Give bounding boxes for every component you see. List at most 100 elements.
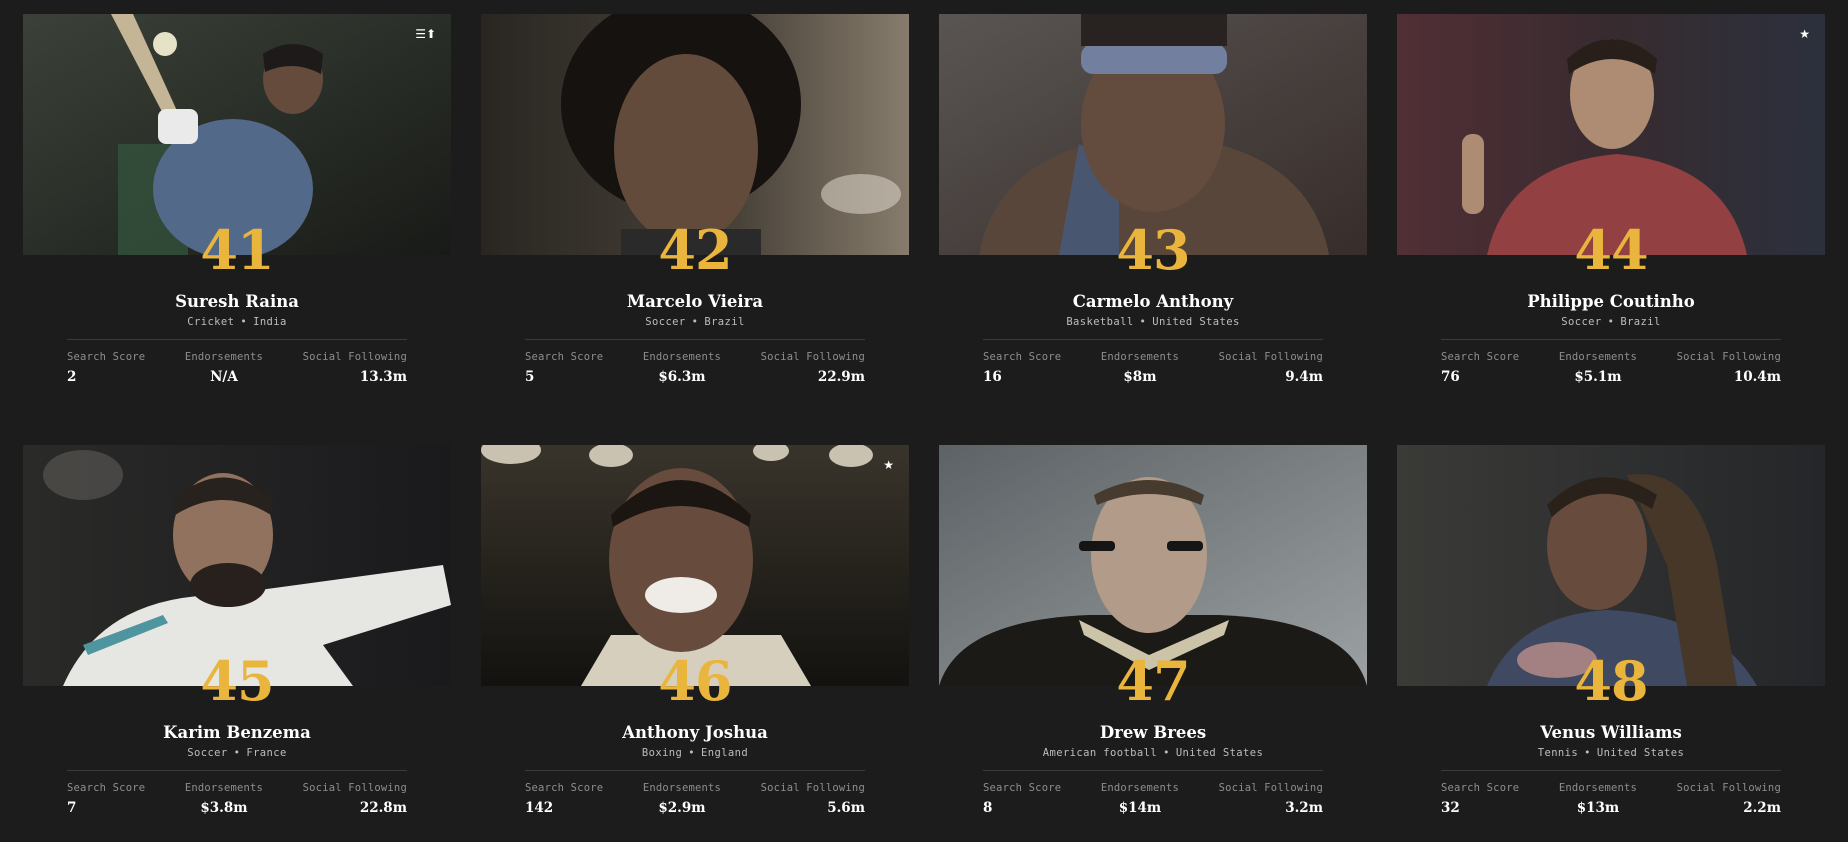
search-score-stat: Search Score 76	[1441, 351, 1519, 385]
stats-row: Search Score 7 Endorsements $3.8m Social F…	[67, 782, 407, 816]
stat-label: Social Following	[302, 351, 407, 363]
stat-label: Endorsements	[1558, 782, 1638, 794]
rank-number: 42	[658, 218, 732, 282]
stat-label: Endorsements	[1558, 351, 1638, 363]
athlete-name[interactable]: Philippe Coutinho	[1397, 292, 1825, 312]
stats-row: Search Score 32 Endorsements $13m Social F…	[1441, 782, 1781, 816]
country-label: United States	[1152, 316, 1240, 328]
stat-value: 2	[67, 369, 77, 385]
divider	[983, 770, 1323, 771]
social-following-stat: Social Following 2.2m	[1677, 782, 1781, 816]
country-label: England	[701, 747, 749, 759]
endorsements-stat: Endorsements $3.8m	[185, 782, 263, 816]
sport-label: Cricket	[187, 316, 235, 328]
star-icon[interactable]: ★	[883, 459, 894, 471]
separator-dot: •	[240, 316, 248, 328]
athlete-card[interactable]: 42 Marcelo Vieira Soccer • Brazil Search S…	[481, 14, 909, 411]
athlete-meta: Soccer • France	[23, 747, 451, 760]
stat-label: Search Score	[525, 351, 604, 363]
star-icon[interactable]: ★	[1799, 28, 1810, 40]
stat-value: $6.3m	[658, 369, 706, 385]
stats-row: Search Score 5 Endorsements $6.3m Social F…	[525, 351, 865, 385]
stat-value: 9.4m	[1285, 369, 1323, 385]
athlete-meta: Basketball • United States	[939, 316, 1367, 329]
sport-label: Soccer	[187, 747, 228, 759]
separator-dot: •	[688, 747, 695, 759]
athlete-name[interactable]: Marcelo Vieira	[481, 292, 909, 312]
stat-value: $5.1m	[1574, 369, 1622, 385]
stat-label: Search Score	[983, 351, 1062, 363]
stat-label: Endorsements	[1100, 782, 1180, 794]
country-label: United States	[1175, 747, 1264, 759]
stat-label: Search Score	[983, 782, 1062, 794]
endorsements-stat: Endorsements $5.1m	[1559, 351, 1637, 385]
stat-value: 2.2m	[1743, 800, 1781, 816]
stat-value: 3.2m	[1285, 800, 1323, 816]
social-following-stat: Social Following 5.6m	[761, 782, 865, 816]
stat-value: $3.8m	[200, 800, 248, 816]
social-following-stat: Social Following 3.2m	[1219, 782, 1323, 816]
separator-dot: •	[233, 747, 241, 759]
stat-label: Search Score	[1441, 782, 1520, 794]
stat-value: 142	[525, 800, 554, 816]
social-following-stat: Social Following 22.8m	[303, 782, 407, 816]
stat-value: $2.9m	[658, 800, 706, 816]
stat-label: Search Score	[525, 782, 604, 794]
country-label: Brazil	[1620, 316, 1661, 328]
sort-up-icon[interactable]: ☰⬆	[415, 28, 436, 40]
endorsements-stat: Endorsements $2.9m	[643, 782, 721, 816]
stat-value: 8	[983, 800, 993, 816]
divider	[525, 770, 865, 771]
athlete-name[interactable]: Suresh Raina	[23, 292, 451, 312]
athlete-card[interactable]: 47 Drew Brees American football • United S…	[939, 445, 1367, 842]
divider	[67, 339, 407, 340]
stat-value: 22.8m	[359, 800, 407, 816]
stat-value: 32	[1441, 800, 1460, 816]
stat-value: $8m	[1123, 369, 1157, 385]
athlete-card[interactable]: 43 Carmelo Anthony Basketball • United Sta…	[939, 14, 1367, 411]
sport-label: Soccer	[1561, 316, 1602, 328]
separator-dot: •	[691, 316, 699, 328]
divider	[1441, 339, 1781, 340]
stat-label: Social Following	[302, 782, 407, 794]
athlete-card[interactable]: 48 Venus Williams Tennis • United States S…	[1397, 445, 1825, 842]
divider	[525, 339, 865, 340]
stats-row: Search Score 8 Endorsements $14m Social Fo…	[983, 782, 1323, 816]
sport-label: Boxing	[641, 747, 683, 759]
rank-number: 41	[200, 218, 274, 282]
divider	[983, 339, 1323, 340]
stat-label: Endorsements	[642, 782, 722, 794]
search-score-stat: Search Score 142	[525, 782, 603, 816]
athlete-name[interactable]: Drew Brees	[939, 723, 1367, 743]
stats-row: Search Score 16 Endorsements $8m Social Fo…	[983, 351, 1323, 385]
stat-label: Social Following	[1676, 351, 1781, 363]
social-following-stat: Social Following 22.9m	[761, 351, 865, 385]
athlete-name[interactable]: Carmelo Anthony	[939, 292, 1367, 312]
separator-dot: •	[1163, 747, 1170, 759]
athlete-card[interactable]: ★ 44 Philippe Coutinho Soccer • Brazil Sea…	[1397, 14, 1825, 411]
stat-value: 76	[1441, 369, 1460, 385]
endorsements-stat: Endorsements $13m	[1559, 782, 1637, 816]
athlete-card[interactable]: ☰⬆ 41 Suresh Raina Cricket • India Search …	[23, 14, 451, 411]
search-score-stat: Search Score 16	[983, 351, 1061, 385]
athlete-meta: Cricket • India	[23, 316, 451, 329]
athlete-name[interactable]: Karim Benzema	[23, 723, 451, 743]
athlete-meta: Soccer • Brazil	[481, 316, 909, 329]
athlete-card[interactable]: 45 Karim Benzema Soccer • France Search Sc…	[23, 445, 451, 842]
stat-value: N/A	[210, 369, 238, 385]
country-label: United States	[1596, 747, 1685, 759]
rank-number: 46	[658, 649, 732, 713]
rank-number: 47	[1116, 649, 1190, 713]
athlete-name[interactable]: Anthony Joshua	[481, 723, 909, 743]
athlete-card[interactable]: ★ 46 Anthony Joshua Boxing • England Searc…	[481, 445, 909, 842]
stat-label: Endorsements	[1100, 351, 1180, 363]
endorsements-stat: Endorsements N/A	[185, 351, 263, 385]
stats-row: Search Score 76 Endorsements $5.1m Social …	[1441, 351, 1781, 385]
athlete-meta: Soccer • Brazil	[1397, 316, 1825, 329]
rank-number: 48	[1574, 649, 1648, 713]
stat-label: Search Score	[67, 351, 146, 363]
rank-number: 45	[200, 649, 274, 713]
stat-label: Endorsements	[184, 351, 264, 363]
athlete-name[interactable]: Venus Williams	[1397, 723, 1825, 743]
separator-dot: •	[1584, 747, 1591, 759]
